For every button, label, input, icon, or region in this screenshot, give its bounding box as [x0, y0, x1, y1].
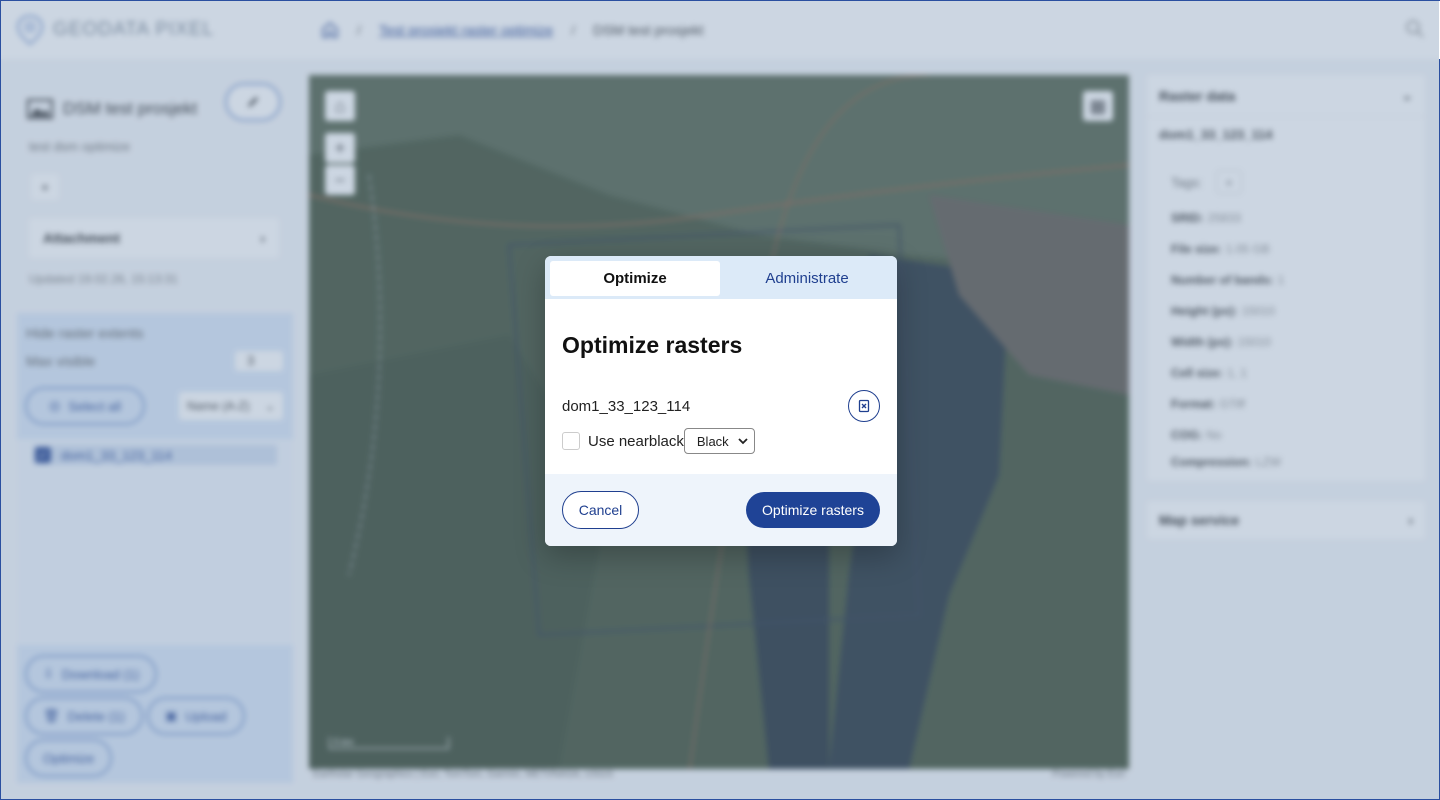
trash-icon	[858, 399, 870, 413]
optimize-dialog: Optimize Administrate Optimize rasters d…	[545, 256, 897, 546]
nearblack-checkbox[interactable]	[562, 432, 580, 450]
dialog-footer: Cancel Optimize rasters	[545, 474, 897, 546]
cancel-button[interactable]: Cancel	[562, 491, 639, 529]
dialog-title: Optimize rasters	[562, 332, 743, 358]
remove-raster-button[interactable]	[848, 390, 880, 422]
dialog-body: Optimize rasters dom1_33_123_114 Use nea…	[545, 332, 897, 454]
raster-file-row: dom1_33_123_114	[562, 390, 880, 422]
dialog-tabs: Optimize Administrate	[545, 256, 897, 299]
nearblack-select-value: Black	[696, 433, 729, 449]
tab-optimize[interactable]: Optimize	[550, 261, 720, 296]
nearblack-color-select[interactable]: Black	[683, 428, 755, 454]
raster-file-name: dom1_33_123_114	[562, 397, 691, 415]
chevron-down-icon	[738, 438, 748, 445]
nearblack-label: Use nearblack	[588, 432, 684, 450]
tab-administrate[interactable]: Administrate	[722, 261, 892, 296]
nearblack-row: Use nearblack Black	[562, 428, 880, 454]
optimize-rasters-button[interactable]: Optimize rasters	[746, 492, 880, 528]
